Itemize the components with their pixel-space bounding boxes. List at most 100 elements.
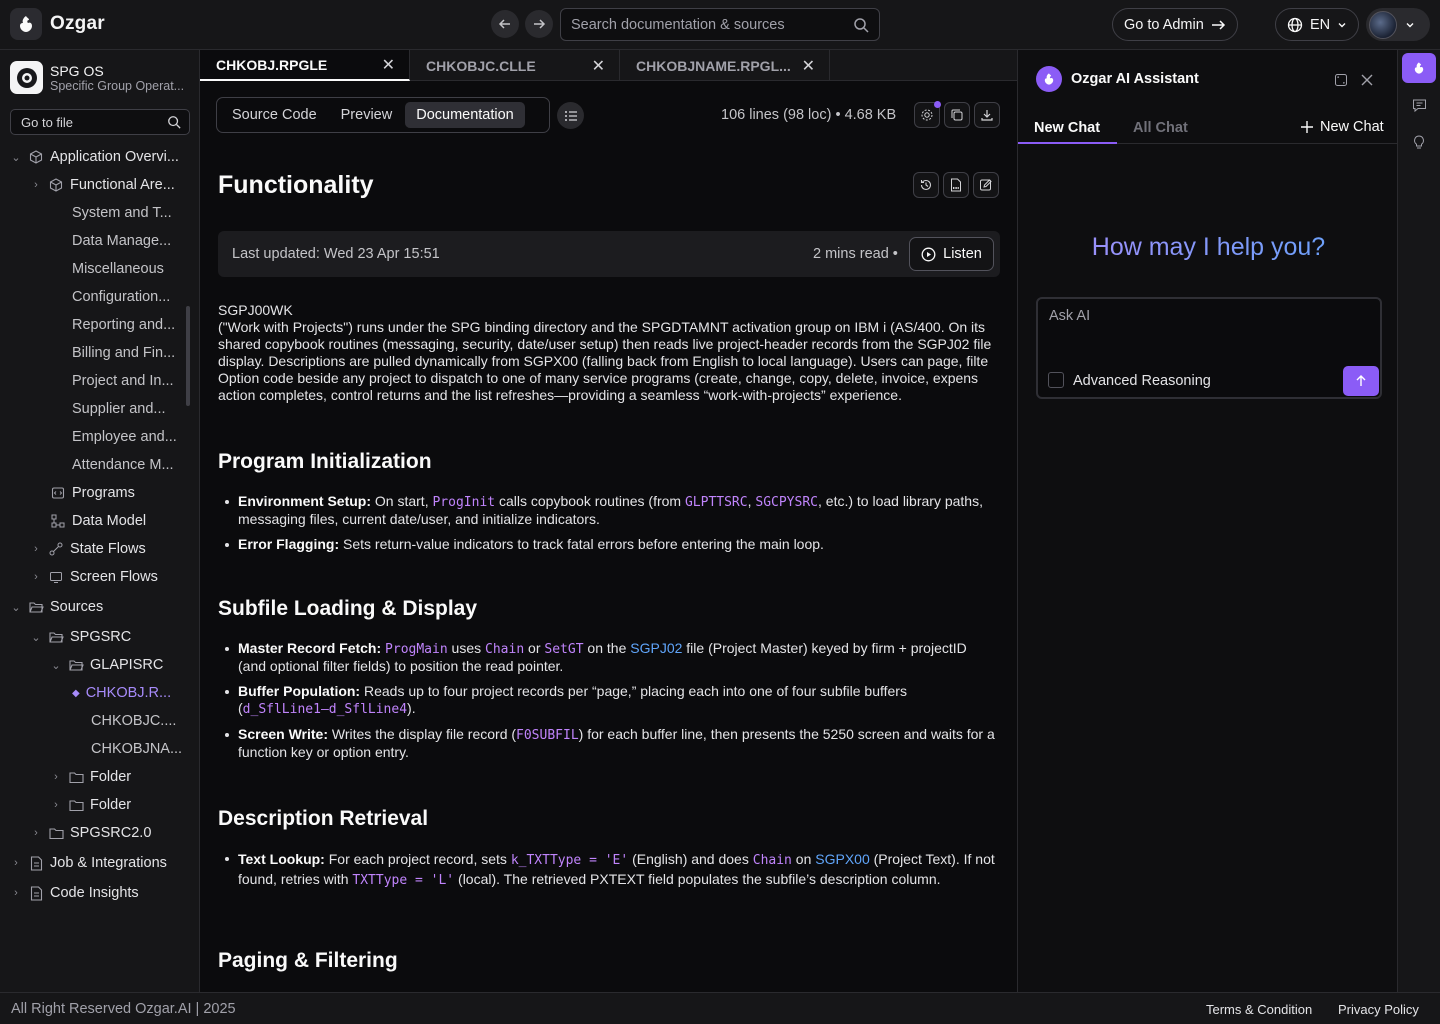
tab-chkobjname[interactable]: CHKOBJNAME.RPGL... ✕ <box>620 50 830 81</box>
view-preview[interactable]: Preview <box>330 102 404 128</box>
intro-line: ("Work with Projects") runs under the SP… <box>218 319 986 335</box>
state-flow-icon <box>48 541 64 557</box>
tree-item-label: Sources <box>50 599 104 615</box>
view-source-code[interactable]: Source Code <box>221 102 328 128</box>
back-button[interactable] <box>491 10 519 38</box>
language-select[interactable]: EN <box>1275 8 1360 41</box>
tab-new-chat[interactable]: New Chat <box>1034 120 1100 136</box>
expand-button[interactable] <box>1328 67 1354 93</box>
insights-toggle[interactable] <box>1402 127 1436 157</box>
go-to-file-input[interactable]: Go to file <box>10 109 190 135</box>
user-menu[interactable] <box>1366 8 1430 41</box>
terms-link[interactable]: Terms & Condition <box>1206 1002 1312 1017</box>
tree-item[interactable]: Configuration... <box>72 285 170 309</box>
forward-button[interactable] <box>525 10 553 38</box>
listen-button[interactable]: Listen <box>909 237 994 271</box>
export-pdf-button[interactable] <box>943 172 969 198</box>
tab-chkobjc-clle[interactable]: CHKOBJC.CLLE ✕ <box>410 50 620 81</box>
tab-label: CHKOBJNAME.RPGL... <box>636 57 791 74</box>
read-time: 2 mins read • <box>813 246 898 262</box>
view-toggle: Source Code Preview Documentation <box>216 97 550 133</box>
ai-greeting: How may I help you? <box>1018 233 1399 262</box>
tree-item[interactable]: Miscellaneous <box>72 257 164 281</box>
go-to-file-placeholder: Go to file <box>21 114 74 130</box>
tree-item-label: CHKOBJNA... <box>91 741 183 757</box>
intro-program-link[interactable]: SGPJ00WK <box>218 302 991 319</box>
tree-item-label: CHKOBJC.... <box>91 713 177 729</box>
close-panel-button[interactable] <box>1354 67 1380 93</box>
tree-item-code-insights[interactable]: › Code Insights <box>10 881 139 905</box>
tree-item[interactable]: Employee and... <box>72 425 177 449</box>
ai-assistant-toggle[interactable] <box>1402 53 1436 83</box>
table-of-contents-button[interactable] <box>557 102 584 129</box>
close-icon[interactable]: ✕ <box>802 56 815 76</box>
history-icon <box>920 179 932 191</box>
tab-all-chat[interactable]: All Chat <box>1133 120 1188 136</box>
gear-icon <box>921 109 933 121</box>
privacy-link[interactable]: Privacy Policy <box>1338 1002 1419 1017</box>
folder-icon <box>68 797 84 813</box>
view-documentation[interactable]: Documentation <box>405 102 525 128</box>
section-list: Master Record Fetch: ProgMain uses Chain… <box>218 640 998 769</box>
tree-item-sources[interactable]: ⌄ Sources <box>10 595 103 619</box>
tree-item-chkobjc[interactable]: CHKOBJC.... <box>91 709 176 733</box>
tree-item[interactable]: Data Manage... <box>72 229 171 253</box>
tree-item-glapisrc[interactable]: ⌄ GLAPISRC <box>50 653 163 677</box>
history-button[interactable] <box>913 172 939 198</box>
tree-item-chkobj-rpgle[interactable]: ◆ CHKOBJ.R... <box>72 681 171 705</box>
copy-button[interactable] <box>944 102 970 128</box>
folder-icon <box>48 825 64 841</box>
footer: All Right Reserved Ozgar.AI | 2025 Terms… <box>0 992 1440 1024</box>
search-input[interactable]: Search documentation & sources <box>560 8 880 41</box>
tree-item[interactable]: Attendance M... <box>72 453 174 477</box>
sidebar-scrollbar[interactable] <box>186 306 190 406</box>
tree-item-data-model[interactable]: Data Model <box>50 509 146 533</box>
tree-item[interactable]: Reporting and... <box>72 313 175 337</box>
tree-item-folder[interactable]: › Folder <box>50 793 131 817</box>
tree-item-spgsrc[interactable]: ⌄ SPGSRC <box>30 625 131 649</box>
tree-item-programs[interactable]: Programs <box>50 481 135 505</box>
list-item: Buffer Population: Reads up to four proj… <box>218 683 998 718</box>
brand[interactable]: Ozgar <box>10 8 105 40</box>
download-button[interactable] <box>974 102 1000 128</box>
tree-item-folder[interactable]: › Folder <box>50 765 131 789</box>
ask-ai-input[interactable]: Ask AI Advanced Reasoning <box>1036 297 1382 399</box>
ask-ai-placeholder: Ask AI <box>1049 308 1091 324</box>
go-to-admin-button[interactable]: Go to Admin <box>1112 8 1238 41</box>
list-item: Text Lookup: For each project record, se… <box>218 850 998 890</box>
close-icon[interactable]: ✕ <box>382 55 395 75</box>
advanced-reasoning-checkbox[interactable] <box>1048 372 1064 388</box>
tree-item-chkobjname[interactable]: CHKOBJNA... <box>91 737 182 761</box>
tree-item-functional-areas[interactable]: › Functional Are... <box>30 173 175 197</box>
tree-item-label: GLAPISRC <box>90 657 164 673</box>
list-item: Error Flagging: Sets return-value indica… <box>218 536 998 553</box>
list-item: Environment Setup: On start, ProgInit ca… <box>218 493 998 528</box>
search-icon <box>168 116 181 129</box>
comments-toggle[interactable] <box>1402 90 1436 120</box>
chevron-right-icon: › <box>34 179 38 191</box>
close-icon[interactable]: ✕ <box>592 56 605 76</box>
file-meta: 106 lines (98 loc) • 4.68 KB <box>721 107 896 123</box>
tree-item-job-integrations[interactable]: › Job & Integrations <box>10 851 167 875</box>
settings-button[interactable] <box>914 101 941 128</box>
ai-assistant-icon <box>1036 66 1062 92</box>
download-icon <box>981 110 993 121</box>
send-button[interactable] <box>1343 366 1379 396</box>
edit-button[interactable] <box>973 172 999 198</box>
project-header[interactable]: SPG OS Specific Group Operat... <box>10 61 192 94</box>
tree-item-state-flows[interactable]: › State Flows <box>30 537 146 561</box>
search-icon <box>854 17 869 33</box>
tree-item-application-overview[interactable]: ⌄ Application Overvi... <box>10 145 179 169</box>
tree-item-screen-flows[interactable]: › Screen Flows <box>30 565 158 589</box>
advanced-reasoning-label: Advanced Reasoning <box>1073 373 1211 389</box>
tree-item[interactable]: Project and In... <box>72 369 174 393</box>
tree-item-label: Supplier and... <box>72 401 166 417</box>
tree-item[interactable]: Billing and Fin... <box>72 341 175 365</box>
listen-label: Listen <box>943 246 982 262</box>
last-updated: Last updated: Wed 23 Apr 15:51 <box>232 246 440 262</box>
tree-item[interactable]: Supplier and... <box>72 397 166 421</box>
tree-item-spgsrc2[interactable]: › SPGSRC2.0 <box>30 821 151 845</box>
tab-chkobj-rpgle[interactable]: CHKOBJ.RPGLE ✕ <box>200 50 410 81</box>
tree-item[interactable]: System and T... <box>72 201 172 225</box>
new-chat-button[interactable]: New Chat <box>1300 119 1384 135</box>
